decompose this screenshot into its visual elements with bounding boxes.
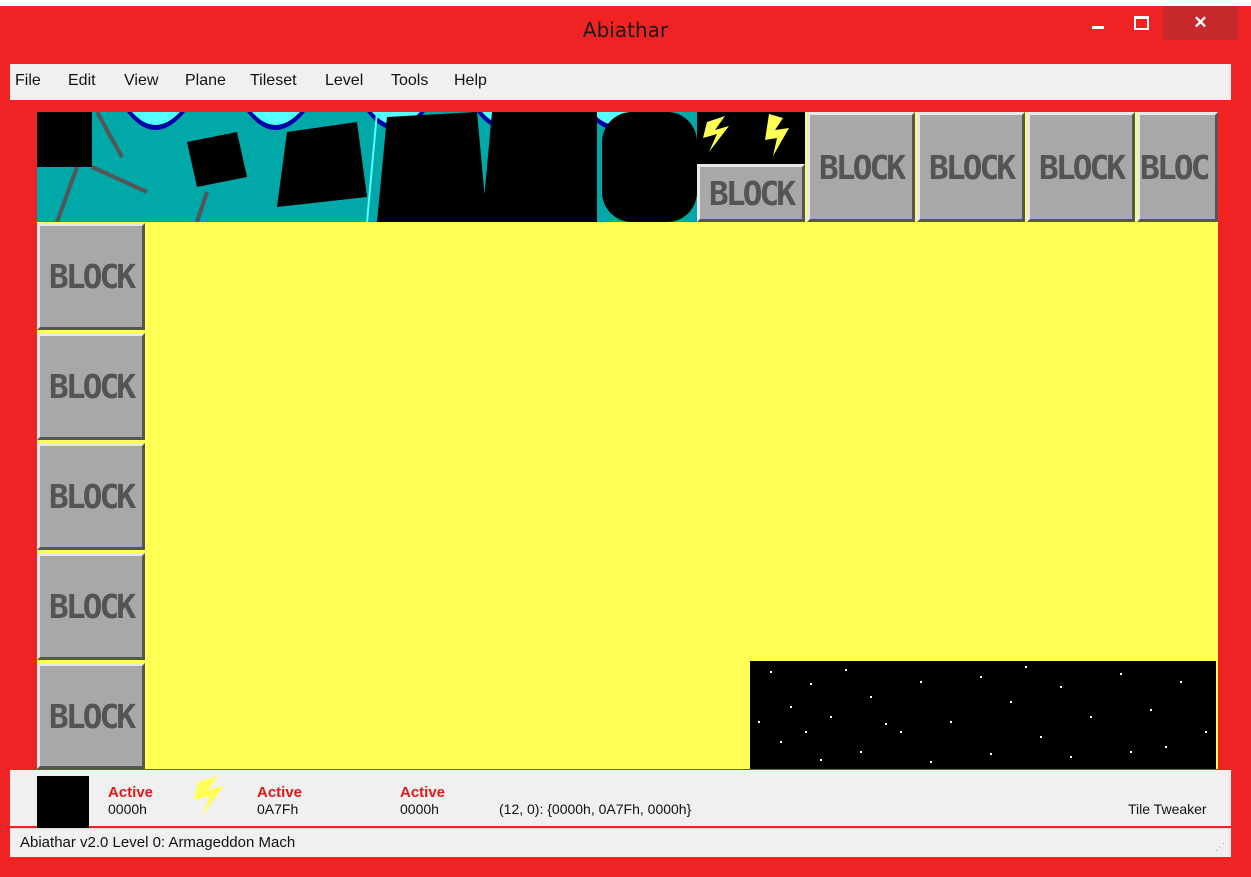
menu-plane[interactable]: Plane bbox=[185, 72, 226, 90]
tile-block: BLOCK bbox=[697, 164, 805, 222]
title-bar[interactable]: Abiathar ✕ bbox=[0, 6, 1251, 62]
fg-tile-value: 0000h bbox=[108, 801, 147, 817]
tile-block: BLOCK bbox=[1027, 112, 1135, 222]
fg-active-label[interactable]: Active bbox=[108, 784, 153, 801]
bg-tile-value: 0A7Fh bbox=[257, 801, 299, 817]
level-canvas[interactable]: BLOCK BLOCK BLOCK BLOCK BLOC BLOCK BLOCK… bbox=[37, 112, 1218, 769]
tile-block: BLOCK bbox=[37, 333, 145, 440]
minimize-button[interactable] bbox=[1083, 6, 1113, 40]
close-button[interactable]: ✕ bbox=[1163, 6, 1238, 40]
info-active-label[interactable]: Active bbox=[400, 784, 445, 801]
minimize-icon bbox=[1092, 25, 1104, 29]
tile-block: BLOCK bbox=[807, 112, 915, 222]
tile-block-partial: BLOC bbox=[1137, 112, 1218, 222]
menu-file[interactable]: File bbox=[15, 72, 41, 90]
menu-edit[interactable]: Edit bbox=[68, 72, 96, 90]
menu-view[interactable]: View bbox=[124, 72, 158, 90]
maximize-button[interactable] bbox=[1126, 6, 1156, 40]
bg-active-label[interactable]: Active bbox=[257, 784, 302, 801]
tile-strip-teal bbox=[37, 112, 697, 222]
status-bar: Abiathar v2.0 Level 0: Armageddon Mach ⋰ bbox=[10, 828, 1231, 857]
tile-block: BLOCK bbox=[37, 553, 145, 660]
stars-art bbox=[758, 666, 1207, 763]
menu-tools[interactable]: Tools bbox=[391, 72, 428, 90]
foreground-tile-swatch[interactable] bbox=[37, 776, 89, 828]
lightning-tile-icon[interactable] bbox=[188, 776, 234, 824]
status-text: Abiathar v2.0 Level 0: Armageddon Mach bbox=[20, 834, 296, 851]
menu-bar: File Edit View Plane Tileset Level Tools… bbox=[10, 64, 1231, 100]
resize-grip-icon[interactable]: ⋰ bbox=[1215, 842, 1225, 853]
cursor-coords: (12, 0): {0000h, 0A7Fh, 0000h} bbox=[499, 801, 692, 817]
menu-level[interactable]: Level bbox=[325, 72, 363, 90]
tile-block: BLOCK bbox=[37, 443, 145, 550]
starfield-tiles bbox=[750, 661, 1216, 769]
maximize-icon bbox=[1133, 16, 1149, 30]
close-icon: ✕ bbox=[1193, 13, 1208, 32]
tile-block: BLOCK bbox=[37, 223, 145, 330]
tile-block: BLOCK bbox=[37, 663, 145, 769]
tile-block: BLOCK bbox=[917, 112, 1025, 222]
level-tiles-art bbox=[37, 112, 697, 222]
info-tile-value: 0000h bbox=[400, 801, 439, 817]
menu-tileset[interactable]: Tileset bbox=[250, 72, 297, 90]
tile-tweaker-link[interactable]: Tile Tweaker bbox=[1128, 801, 1207, 817]
window-title: Abiathar bbox=[582, 18, 669, 42]
app-window: Abiathar ✕ File Edit View Plane Tileset … bbox=[0, 6, 1251, 877]
tile-info-bar: Active 0000h Active 0A7Fh Active 0000h (… bbox=[10, 770, 1231, 828]
menu-help[interactable]: Help bbox=[454, 72, 487, 90]
